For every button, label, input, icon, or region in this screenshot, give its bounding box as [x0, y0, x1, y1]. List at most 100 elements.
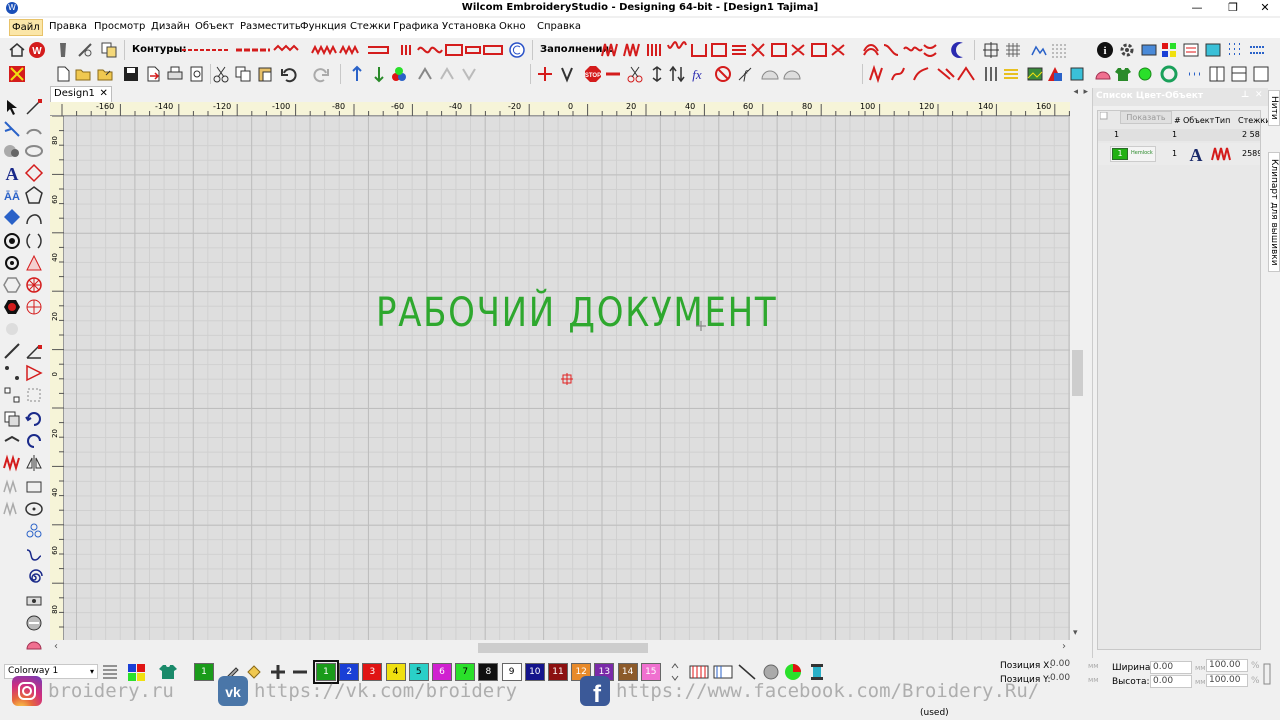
rectangle-icon[interactable]: [24, 477, 44, 497]
knife-icon[interactable]: [2, 341, 22, 361]
embroidery-lettering[interactable]: РАБОЧИЙ ДОКУМЕНТ: [376, 290, 777, 336]
shape-group-icon[interactable]: [2, 141, 22, 161]
hoop-icon[interactable]: [1204, 41, 1222, 59]
menu-design[interactable]: Дизайн: [151, 21, 190, 32]
lettering-icon[interactable]: A: [2, 163, 22, 183]
group-row[interactable]: 1 1 2 589: [1098, 129, 1260, 141]
stitch-effects-icon[interactable]: [868, 65, 980, 83]
horizontal-scrollbar[interactable]: ‹ ›: [50, 640, 1070, 656]
scale-icon[interactable]: [1068, 65, 1086, 83]
design-shape-icon[interactable]: [24, 635, 44, 655]
align-stitches-icon[interactable]: [1002, 65, 1020, 83]
layout-icon[interactable]: [1230, 65, 1248, 83]
dots-icon[interactable]: [1186, 65, 1204, 83]
fill-shape-icon[interactable]: [24, 253, 44, 273]
menu-graphics[interactable]: Графика: [393, 21, 439, 32]
transform-icon[interactable]: [24, 385, 44, 405]
menu-function[interactable]: Функция: [300, 21, 346, 32]
split-view-icon[interactable]: [1208, 65, 1226, 83]
copy-shape-icon[interactable]: [2, 409, 22, 429]
restore-button[interactable]: ❐: [1218, 0, 1248, 16]
satin-outline-icon[interactable]: [310, 41, 396, 59]
radial-fill-icon[interactable]: [24, 275, 44, 295]
scissors-icon[interactable]: [626, 65, 644, 83]
menu-edit[interactable]: Правка: [49, 21, 87, 32]
outline-types-icon[interactable]: [180, 41, 306, 59]
shape-icon[interactable]: [1046, 65, 1064, 83]
redo-icon[interactable]: [312, 65, 330, 83]
hexagon-fill-icon[interactable]: [2, 297, 22, 317]
fullscreen-icon[interactable]: [1252, 65, 1270, 83]
radio-icon[interactable]: [2, 253, 22, 273]
reshape-icon[interactable]: [24, 97, 44, 117]
panel-pin-icon[interactable]: ⊥: [1241, 90, 1249, 100]
new-file-icon[interactable]: [54, 65, 72, 83]
stitch-type-icon[interactable]: [2, 453, 22, 473]
menu-file[interactable]: Файл: [9, 19, 43, 36]
hoop-shape-icon[interactable]: [1094, 65, 1112, 83]
circle-outline-icon[interactable]: [508, 41, 526, 59]
col-header-type[interactable]: Тип: [1215, 116, 1230, 125]
angle-icon[interactable]: [24, 341, 44, 361]
function-off-icon[interactable]: f: [736, 65, 754, 83]
garment-icon[interactable]: [1114, 65, 1132, 83]
menu-view[interactable]: Просмотр: [94, 21, 145, 32]
object-row[interactable]: 1 Hemlock 1 A 2589: [1098, 143, 1260, 165]
settings-gear-icon[interactable]: [1118, 41, 1136, 59]
node-grid-icon[interactable]: [2, 385, 22, 405]
star-fill-icon[interactable]: [24, 297, 44, 317]
arc-tools-icon[interactable]: [760, 65, 802, 83]
lettering-baseline-handle-icon[interactable]: [696, 321, 706, 331]
menu-stitches[interactable]: Стежки: [350, 21, 391, 32]
freehand-icon[interactable]: [24, 545, 44, 565]
close-button[interactable]: ✕: [1250, 0, 1280, 16]
circle-target-icon[interactable]: [2, 231, 22, 251]
stitch-edit-icon[interactable]: [536, 65, 554, 83]
scale-width-field[interactable]: 100.00: [1206, 659, 1248, 672]
export-icon[interactable]: [144, 65, 162, 83]
scroll-left-icon[interactable]: ‹: [54, 641, 58, 652]
monogram-icon[interactable]: ĀĀ: [2, 185, 22, 205]
cut-icon[interactable]: [212, 65, 230, 83]
open-recent-icon[interactable]: [96, 65, 114, 83]
special-fill-icon[interactable]: [862, 41, 942, 59]
select-arrow-icon[interactable]: [2, 97, 22, 117]
polyline-select-icon[interactable]: [2, 119, 22, 139]
sequence-icon[interactable]: [416, 65, 434, 83]
wilcom-logo-icon[interactable]: W: [28, 41, 46, 59]
appliqué-icon[interactable]: [1160, 65, 1178, 83]
rotate-cw-icon[interactable]: [24, 431, 44, 451]
col-header-object[interactable]: Объект: [1183, 116, 1214, 125]
palette-icon[interactable]: [1160, 41, 1178, 59]
move-up-icon[interactable]: [348, 65, 366, 83]
col-header-stitches[interactable]: Стежки: [1238, 116, 1270, 125]
design-canvas[interactable]: РАБОЧИЙ ДОКУМЕНТ: [64, 116, 1070, 640]
vertical-scrollbar[interactable]: ▾: [1070, 102, 1086, 640]
save-icon[interactable]: [122, 65, 140, 83]
pattern-outline-icon[interactable]: [400, 41, 504, 59]
hoop-view-icon[interactable]: [24, 613, 44, 633]
no-trim-icon[interactable]: [714, 65, 732, 83]
move-down-icon[interactable]: [370, 65, 388, 83]
tab-scroll-left-icon[interactable]: ◂: [1073, 87, 1078, 97]
pen-select-icon[interactable]: [2, 431, 22, 451]
grid-toggle-icon[interactable]: [1004, 41, 1022, 59]
flower-icon[interactable]: [24, 521, 44, 541]
stitch-view-icon[interactable]: [1050, 41, 1068, 59]
tab-design1[interactable]: Design1 ✕: [50, 86, 112, 102]
vertical-scroll-thumb[interactable]: [1072, 350, 1083, 396]
info-icon[interactable]: i: [1096, 41, 1114, 59]
copy-icon[interactable]: [234, 65, 252, 83]
sewing-machine-icon[interactable]: [24, 591, 44, 611]
curve-icon[interactable]: [24, 207, 44, 227]
digitize-icon[interactable]: [8, 65, 26, 83]
dots-grid-icon[interactable]: [1226, 41, 1244, 59]
diamond-node-icon[interactable]: [24, 163, 44, 183]
print-preview-icon[interactable]: [188, 65, 206, 83]
side-tab-threads[interactable]: Нити: [1268, 90, 1280, 126]
menu-object[interactable]: Объект: [195, 21, 234, 32]
col-header-num[interactable]: #: [1174, 116, 1181, 125]
scroll-right-icon[interactable]: ›: [1062, 641, 1066, 652]
crescent-icon[interactable]: [950, 41, 968, 59]
menu-window[interactable]: Окно: [499, 21, 526, 32]
